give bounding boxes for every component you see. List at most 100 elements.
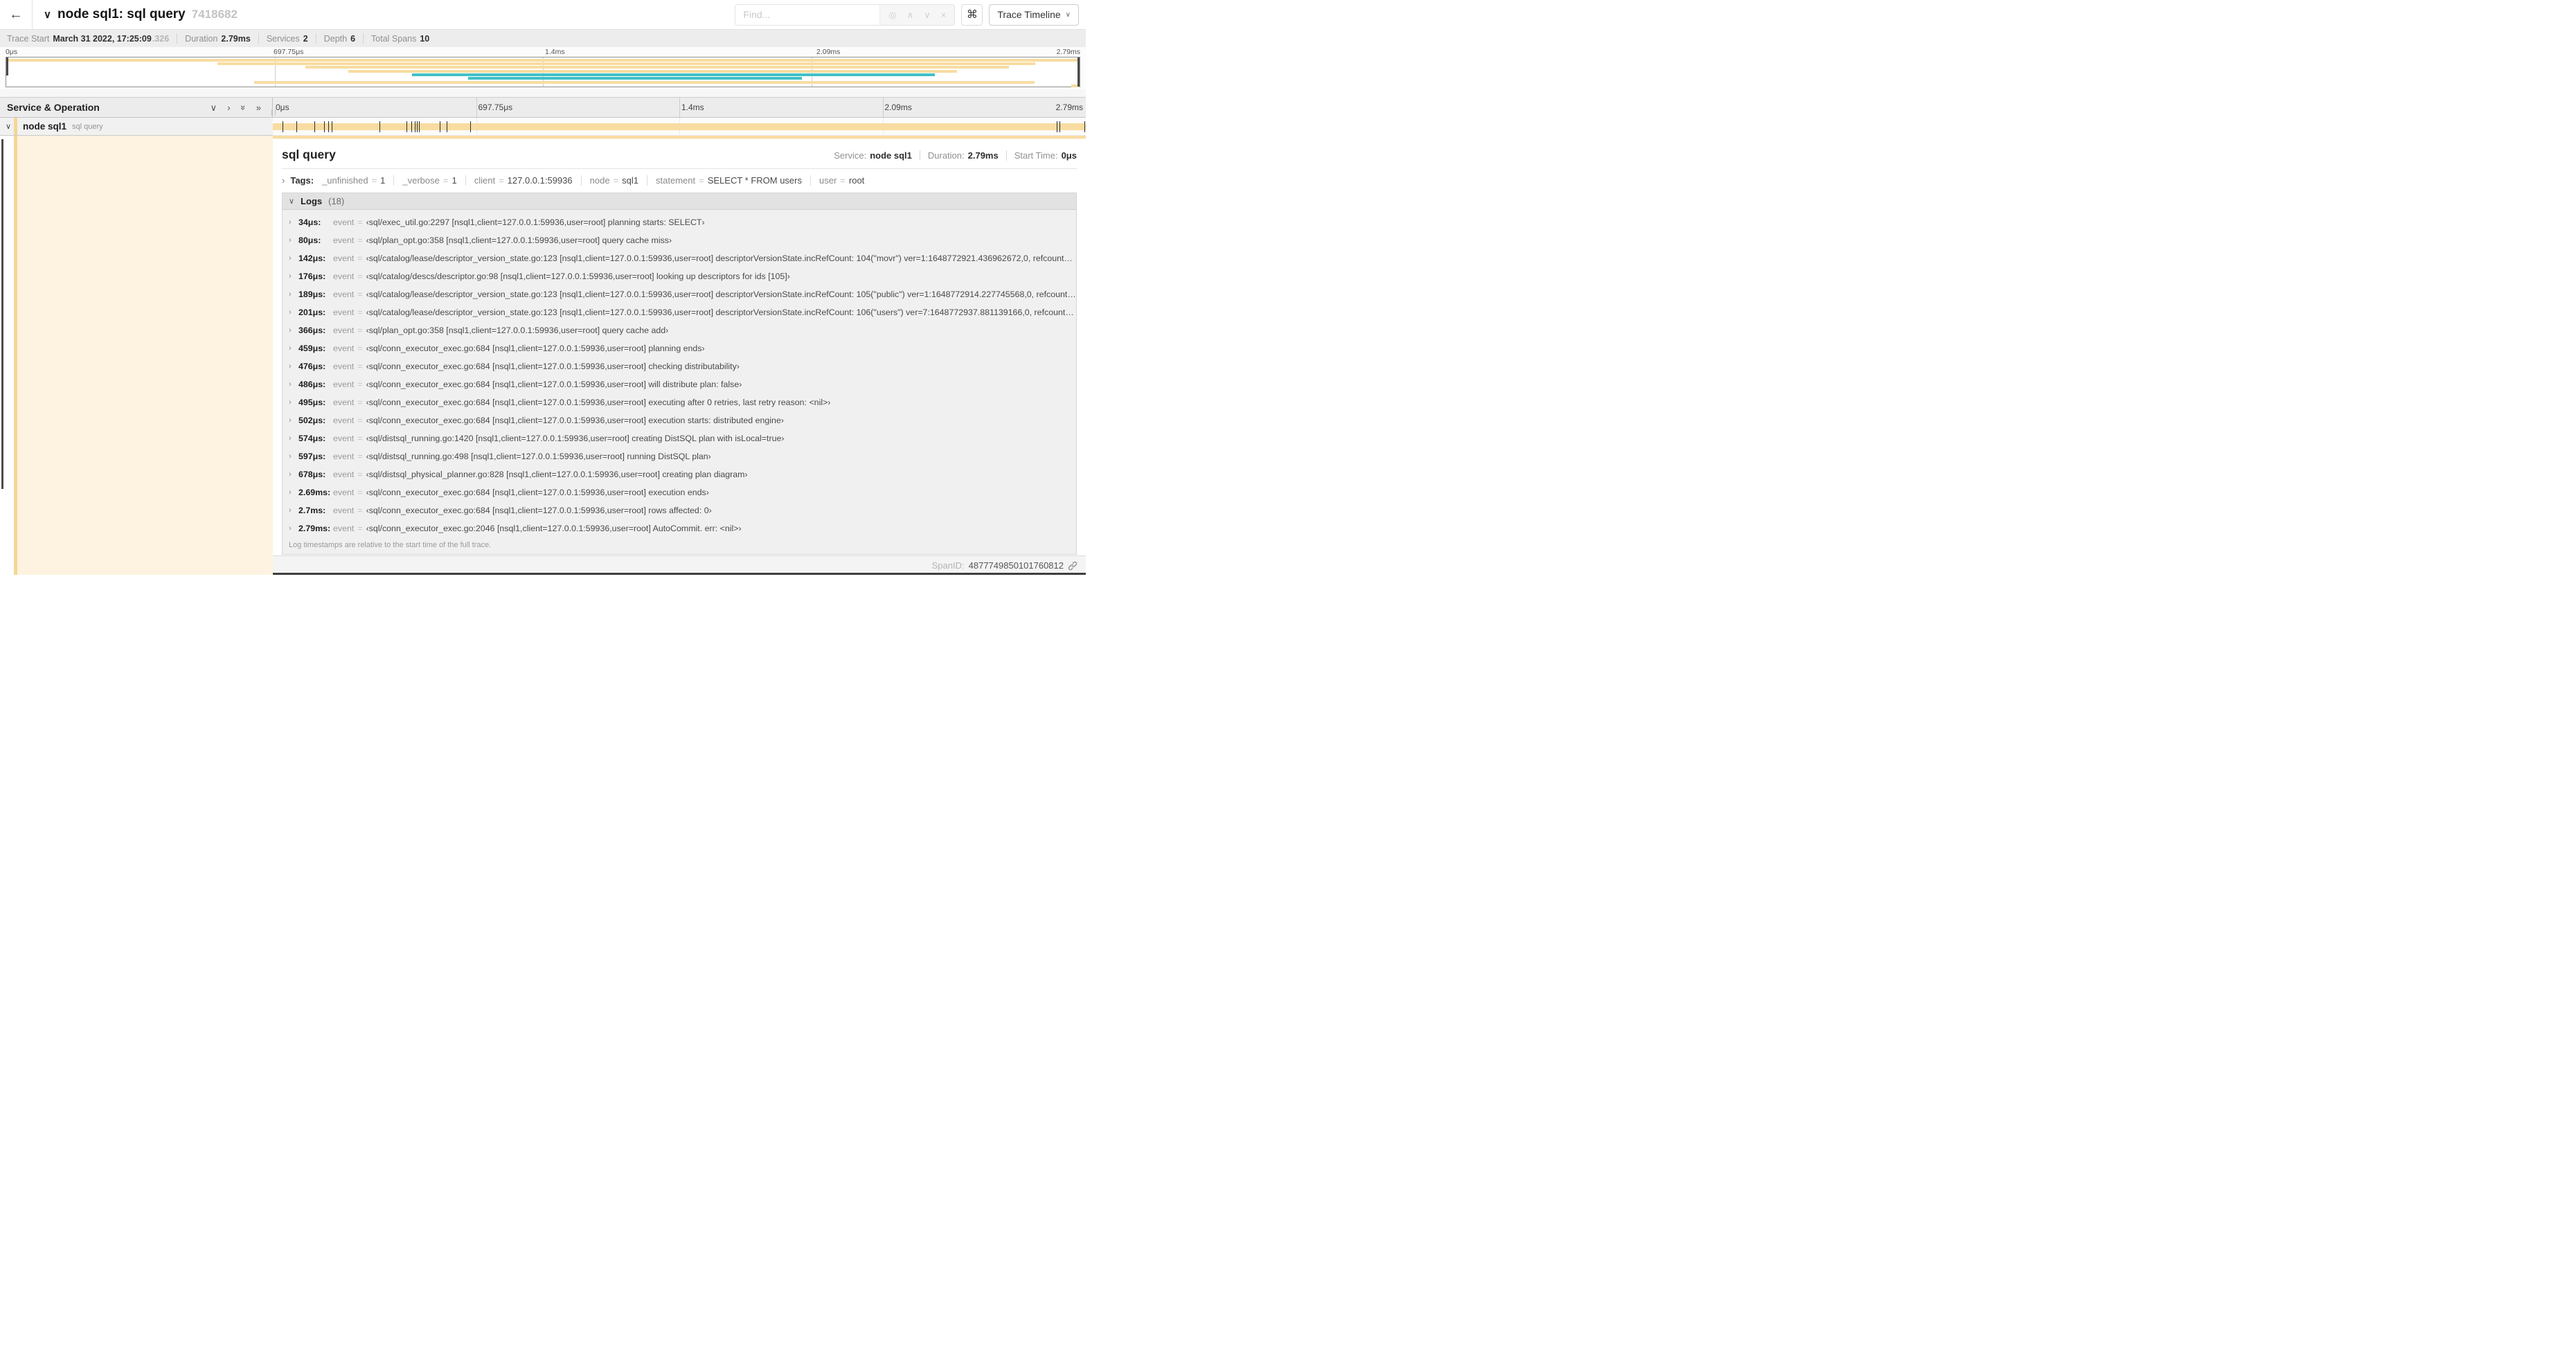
log-field: event = ‹sql/plan_opt.go:358 [nsql1,client… [333, 235, 672, 245]
tag-key: statement [656, 175, 696, 186]
summary-item-label: Total Spans [371, 33, 417, 44]
log-field-value: ‹sql/conn_executor_exec.go:2046 [nsql1,c… [366, 524, 742, 533]
summary-item-value: 2.79ms [221, 33, 251, 44]
minimap-canvas[interactable] [6, 57, 1080, 88]
time-tick-label: 0μs [276, 103, 289, 112]
clear-search-icon[interactable]: × [941, 10, 947, 19]
equals-sign: = [442, 175, 449, 186]
log-field: event = ‹sql/catalog/lease/descriptor_vers… [333, 308, 1076, 317]
log-row[interactable]: › 176μs: event = ‹sql/catalog/descs/descript… [283, 267, 1076, 285]
span-row-service-cell[interactable]: ∨ node sql1 sql query [0, 118, 273, 136]
prev-result-icon[interactable]: ∧ [907, 10, 914, 19]
log-field: event = ‹sql/plan_opt.go:358 [nsql1,client… [333, 326, 668, 335]
log-timestamp: 2.7ms: [298, 506, 326, 515]
log-row[interactable]: › 2.7ms: event = ‹sql/conn_executor_exec.go:… [283, 501, 1076, 519]
log-row[interactable]: › 597μs: event = ‹sql/distsql_running.go:498… [283, 447, 1076, 465]
locate-icon[interactable]: ◎ [888, 10, 896, 19]
equals-sign: = [357, 506, 363, 515]
equals-sign: = [357, 253, 363, 263]
log-row[interactable]: › 678μs: event = ‹sql/distsql_physical_plann… [283, 465, 1076, 483]
vertical-scrollbar[interactable] [1, 139, 3, 489]
detail-left-rail [0, 139, 273, 575]
collapse-one-icon[interactable]: ∨ [211, 103, 217, 112]
span-collapse-chevron-icon[interactable]: ∨ [0, 122, 17, 131]
log-row[interactable]: › 502μs: event = ‹sql/conn_executor_exec.go:… [283, 411, 1076, 429]
log-field-value: ‹sql/conn_executor_exec.go:684 [nsql1,cl… [366, 380, 742, 389]
log-field-value: ‹sql/catalog/lease/descriptor_version_st… [366, 308, 1076, 317]
keyboard-shortcuts-button[interactable]: ⌘ [961, 3, 983, 26]
log-field-value: ‹sql/conn_executor_exec.go:684 [nsql1,cl… [366, 416, 784, 425]
equals-sign: = [357, 326, 363, 335]
view-selector-button[interactable]: Trace Timeline ∨ [989, 3, 1079, 26]
tag-item[interactable]: _verbose = 1 [393, 175, 457, 186]
log-row[interactable]: › 2.69ms: event = ‹sql/conn_executor_exec.go… [283, 483, 1076, 501]
log-event-tick [406, 121, 408, 132]
log-event-tick [419, 121, 420, 132]
log-field-value: ‹sql/conn_executor_exec.go:684 [nsql1,cl… [366, 398, 831, 407]
log-row[interactable]: › 366μs: event = ‹sql/plan_opt.go:358 [nsql1… [283, 321, 1076, 339]
summary-item: Depth 6 [315, 33, 363, 44]
log-row[interactable]: › 189μs: event = ‹sql/catalog/lease/descript… [283, 285, 1076, 303]
log-row[interactable]: › 459μs: event = ‹sql/conn_executor_exec.go:… [283, 339, 1076, 357]
chevron-right-icon: › [289, 452, 292, 461]
log-event-tick [314, 121, 315, 132]
equals-sign: = [357, 362, 363, 371]
log-row[interactable]: › 80μs: event = ‹sql/plan_opt.go:358 [nsql1,… [283, 231, 1076, 249]
log-row[interactable]: › 495μs: event = ‹sql/conn_executor_exec.go:… [283, 393, 1076, 411]
log-row[interactable]: › 574μs: event = ‹sql/distsql_running.go:142… [283, 429, 1076, 447]
ruler-gridline [679, 98, 680, 117]
tag-item[interactable]: client = 127.0.0.1:59936 [465, 175, 573, 186]
chevron-right-icon: › [289, 236, 292, 244]
tag-item[interactable]: _unfinished = 1 [322, 175, 385, 186]
time-tick-label: 2.09ms [884, 103, 912, 112]
log-field: event = ‹sql/distsql_running.go:498 [nsql1… [333, 452, 711, 461]
find-input[interactable] [735, 4, 880, 25]
log-field-key: event [333, 452, 355, 461]
chevron-right-icon: › [289, 344, 292, 353]
trace-id: 7418682 [191, 8, 238, 21]
minimap-span-bar [6, 58, 1080, 62]
tag-item[interactable]: node = sql1 [580, 175, 639, 186]
logs-header[interactable]: ∨ Logs (18) [283, 193, 1076, 210]
log-row[interactable]: › 2.79ms: event = ‹sql/conn_executor_exec.go… [283, 519, 1076, 537]
equals-sign: = [357, 289, 363, 299]
collapse-all-icon[interactable]: » [238, 103, 249, 112]
minimap-right-scrubber[interactable] [1077, 57, 1080, 87]
log-field: event = ‹sql/distsql_running.go:1420 [nsql… [333, 434, 785, 443]
log-field: event = ‹sql/conn_executor_exec.go:684 [ns… [333, 416, 784, 425]
log-field-key: event [333, 380, 355, 389]
expand-all-icon[interactable]: » [256, 103, 261, 112]
log-row[interactable]: › 34μs: event = ‹sql/exec_util.go:2297 [nsql… [283, 213, 1076, 231]
log-row[interactable]: › 142μs: event = ‹sql/catalog/lease/descript… [283, 249, 1076, 267]
link-icon[interactable] [1068, 561, 1077, 571]
equals-sign: = [357, 344, 363, 353]
bottom-window-edge [273, 573, 1086, 575]
title-collapse-chevron-icon[interactable]: ∨ [44, 8, 51, 21]
log-timestamp: 2.79ms: [298, 524, 331, 533]
log-row[interactable]: › 476μs: event = ‹sql/conn_executor_exec.go:… [283, 357, 1076, 375]
span-duration-bar[interactable] [273, 123, 1086, 130]
ruler-gridline [882, 98, 884, 117]
equals-sign: = [613, 175, 619, 186]
chevron-right-icon: › [282, 175, 285, 186]
tag-value: sql1 [622, 175, 639, 186]
log-field: event = ‹sql/conn_executor_exec.go:684 [ns… [333, 506, 712, 515]
minimap-left-scrubber[interactable] [6, 57, 8, 75]
logs-footnote: Log timestamps are relative to the start… [289, 541, 492, 549]
chevron-down-icon: ∨ [289, 197, 295, 206]
log-field-value: ‹sql/catalog/descs/descriptor.go:98 [nsq… [366, 271, 790, 281]
tag-item[interactable]: statement = SELECT * FROM users [647, 175, 802, 186]
chevron-right-icon: › [289, 290, 292, 299]
tags-toggle[interactable]: › Tags: [282, 175, 314, 186]
trace-summary-bar: Trace Start March 31 2022, 17:25:09.326 Du… [0, 29, 1086, 47]
log-row[interactable]: › 486μs: event = ‹sql/conn_executor_exec.go:… [283, 375, 1076, 393]
detail-meta-value: 0μs [1061, 150, 1077, 161]
time-tick-label: 1.4ms [545, 48, 565, 56]
log-row[interactable]: › 201μs: event = ‹sql/catalog/lease/descript… [283, 303, 1076, 321]
back-button[interactable]: ← [0, 0, 33, 29]
log-timestamp: 142μs: [298, 253, 326, 263]
next-result-icon[interactable]: ∨ [924, 10, 931, 19]
tag-item[interactable]: user = root [810, 175, 864, 186]
detail-meta-value: 2.79ms [967, 150, 999, 161]
expand-one-icon[interactable]: › [227, 103, 230, 112]
